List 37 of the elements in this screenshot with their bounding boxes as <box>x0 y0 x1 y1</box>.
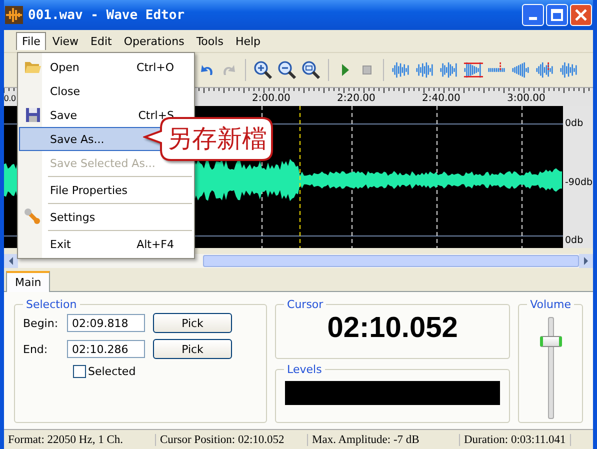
menu-item[interactable]: Close <box>19 79 193 103</box>
status-text: Max. Amplitude: -7 dB <box>308 434 460 446</box>
time-label: 2:20.00 <box>337 93 376 104</box>
db-label: 0db <box>565 235 584 246</box>
group-title: Volume <box>529 298 572 311</box>
menu-item[interactable]: Edit <box>84 32 118 50</box>
menu-item[interactable]: Settings <box>19 205 193 229</box>
group-title: Selection <box>25 298 78 311</box>
tab[interactable]: Main <box>6 271 50 292</box>
window-title: 001.wav - Wave Edtor <box>28 8 186 22</box>
db-label: -90db <box>565 176 593 188</box>
pick-button[interactable]: Pick <box>153 313 232 333</box>
menu-item[interactable]: Open Ctrl+O <box>19 55 193 79</box>
db-label: 0db <box>565 118 584 129</box>
menu-item[interactable]: File Properties <box>19 178 193 202</box>
time-label: 2:40.00 <box>422 93 460 104</box>
menu-item[interactable]: File <box>16 32 46 50</box>
field-label: Begin: <box>23 316 59 330</box>
menu-item[interactable]: Help <box>229 32 267 50</box>
menu-item[interactable]: Operations <box>118 32 190 50</box>
time-label: 3:00.00 <box>507 93 546 104</box>
time-label: 2:00.00 <box>252 93 290 104</box>
time-label: 0.0 <box>4 93 16 103</box>
input-field[interactable]: 02:09.818 <box>67 314 145 332</box>
group-title: Cursor <box>286 298 324 311</box>
cursor-time: 02:10.052 <box>327 313 458 343</box>
status-text: Duration: 0:03:11.041 <box>460 434 571 446</box>
status-text: Cursor Position: 02:10.052 <box>156 434 308 446</box>
menu-item[interactable]: View <box>46 32 85 50</box>
input-field[interactable]: 02:10.286 <box>67 340 145 358</box>
status-text: Format: 22050 Hz, 1 Ch. <box>4 434 156 446</box>
checkbox-label: Selected <box>88 365 136 378</box>
field-label: End: <box>23 342 49 356</box>
menu-item[interactable]: Tools <box>190 32 230 50</box>
pick-button[interactable]: Pick <box>153 339 232 359</box>
menu-item[interactable]: Exit Alt+F4 <box>19 232 193 256</box>
group-title: Levels <box>286 362 323 376</box>
